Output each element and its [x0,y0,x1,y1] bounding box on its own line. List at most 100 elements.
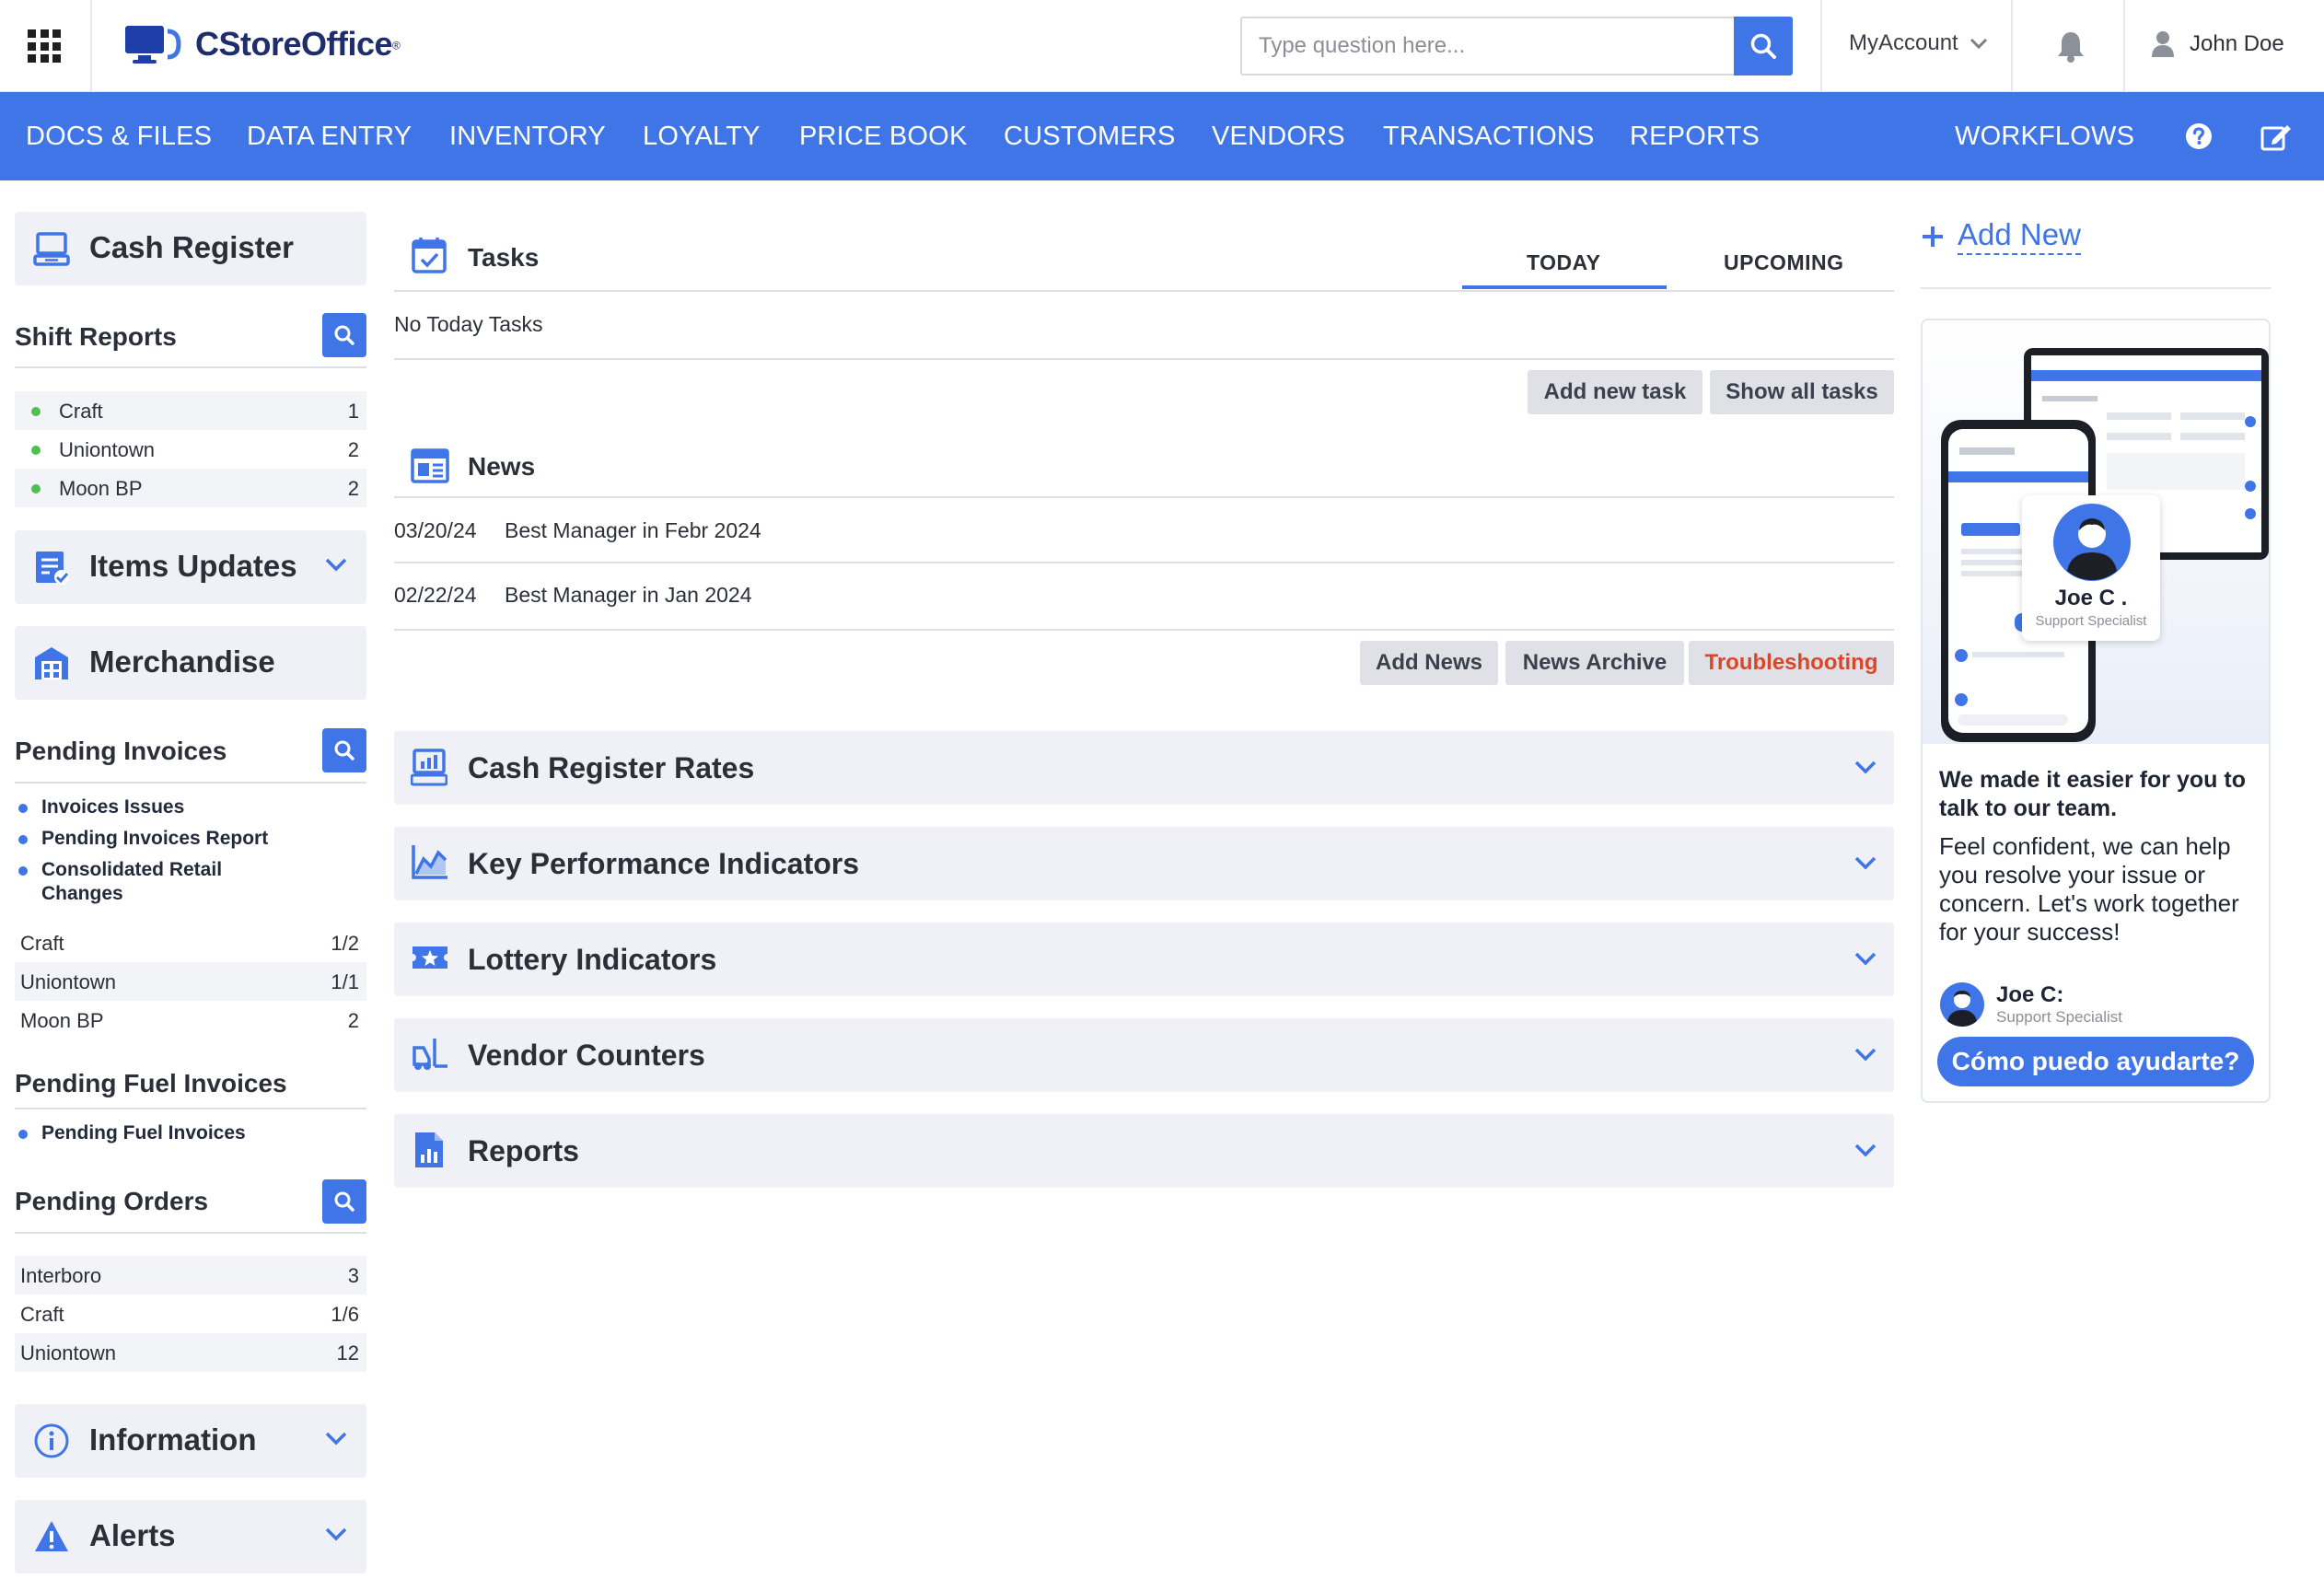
panel-title: Lottery Indicators [468,943,717,976]
news-item-link[interactable]: Best Manager in Febr 2024 [505,518,761,543]
link-label: Pending Fuel Invoices [41,1122,246,1144]
items-updates-card[interactable]: Items Updates [15,530,366,604]
promo-body: Feel confident, we can help you resolve … [1939,832,2239,946]
show-all-tasks-button[interactable]: Show all tasks [1710,370,1894,414]
nav-inventory[interactable]: INVENTORY [449,122,606,152]
pending-fuel-invoices-link[interactable]: Pending Fuel Invoices [18,1121,336,1145]
shift-reports-search-button[interactable] [322,313,366,357]
agent-card-illustration: Joe C . Support Specialist [2022,495,2160,641]
shift-reports-title: Shift Reports [15,322,177,351]
link-label: Pending Invoices Report [41,828,269,849]
news-title: News [468,452,536,481]
user-avatar-icon [2152,31,2174,57]
chat-cta-button[interactable]: Cómo puedo ayudarte? [1937,1037,2254,1086]
notifications-bell-icon[interactable] [2055,29,2086,63]
chevron-down-icon [324,1526,348,1542]
status-dot [31,446,41,455]
logo-monitor-icon [125,26,181,64]
apps-grid-icon[interactable] [28,29,61,63]
pending-orders-title: Pending Orders [15,1187,209,1215]
status-dot [31,407,41,416]
add-new-link[interactable]: Add New [1921,217,2081,255]
nav-vendors[interactable]: VENDORS [1212,122,1345,152]
shift-report-row[interactable]: Uniontown 2 [15,430,366,469]
header-divider [2011,0,2013,92]
nav-transactions[interactable]: TRANSACTIONS [1383,122,1595,152]
pending-invoices-search-button[interactable] [322,728,366,772]
area-chart-icon [411,843,449,880]
nav-price-book[interactable]: PRICE BOOK [799,122,968,152]
user-menu[interactable]: John Doe [2151,30,2284,58]
search-input[interactable] [1259,18,1737,74]
kpi-panel[interactable]: Key Performance Indicators [394,827,1894,900]
my-account-label: MyAccount [1849,30,1958,55]
shift-report-row[interactable]: Moon BP 2 [15,469,366,507]
consolidated-retail-changes-link[interactable]: Consolidated Retail Changes [18,858,262,906]
search-icon [334,740,354,760]
news-divider [394,629,1894,631]
logo[interactable]: CStoreOffice® [123,24,401,64]
pending-invoice-row[interactable]: Uniontown 1/1 [15,962,366,1001]
nav-reports[interactable]: REPORTS [1630,122,1760,152]
invoices-issues-link[interactable]: Invoices Issues [18,795,336,819]
edit-icon[interactable] [2260,122,2293,153]
header-divider [1820,0,1822,92]
pending-invoice-label: Moon BP [20,1009,104,1032]
add-new-task-button[interactable]: Add new task [1528,370,1702,414]
pending-invoice-count: 1/1 [331,970,359,993]
my-account-menu[interactable]: MyAccount [1849,30,1988,56]
pending-order-row[interactable]: Interboro 3 [15,1256,366,1295]
pending-invoice-label: Craft [20,932,64,955]
pending-order-row[interactable]: Uniontown 12 [15,1333,366,1372]
shift-report-label: Moon BP [59,477,143,500]
pending-invoice-row[interactable]: Moon BP 2 [15,1001,366,1039]
image-agent-name: Joe C . [2054,586,2128,610]
pending-order-label: Uniontown [20,1341,116,1364]
nav-docs-files[interactable]: DOCS & FILES [26,122,212,152]
pending-invoice-count: 1/2 [331,932,359,955]
pending-invoices-report-link[interactable]: Pending Invoices Report [18,827,336,851]
nav-loyalty[interactable]: LOYALTY [643,122,761,152]
alerts-card[interactable]: Alerts [15,1500,366,1573]
pending-invoice-count: 2 [347,1009,359,1032]
pending-orders-search-button[interactable] [322,1179,366,1224]
reports-panel[interactable]: Reports [394,1114,1894,1188]
chevron-down-icon [324,556,348,573]
pending-invoice-row[interactable]: Craft 1/2 [15,923,366,962]
shift-report-count: 1 [347,400,359,423]
nav-workflows[interactable]: WORKFLOWS [1955,122,2134,152]
news-archive-button[interactable]: News Archive [1505,641,1684,685]
pending-order-label: Craft [20,1303,64,1326]
troubleshooting-button[interactable]: Troubleshooting [1689,641,1894,685]
plus-icon [1923,226,1943,247]
nav-customers[interactable]: CUSTOMERS [1004,122,1176,152]
news-divider [394,496,1894,498]
vendor-counters-panel[interactable]: Vendor Counters [394,1018,1894,1092]
tab-today[interactable]: TODAY [1527,250,1600,275]
agent-avatar-icon [1940,982,1984,1027]
chevron-down-icon [1853,1142,1877,1158]
bullet-dot [18,866,28,876]
promo-agent: Joe C: Support Specialist [1939,981,2122,1028]
agent-name: Joe C: [1996,982,2064,1007]
information-card[interactable]: Information [15,1404,366,1478]
main-nav: DOCS & FILES DATA ENTRY INVENTORY LOYALT… [0,92,2324,180]
pending-order-row[interactable]: Craft 1/6 [15,1295,366,1333]
panel-title: Vendor Counters [468,1039,705,1072]
help-icon[interactable] [2184,122,2214,151]
add-news-button[interactable]: Add News [1360,641,1498,685]
merchandise-card[interactable]: Merchandise [15,626,366,700]
header-divider [90,0,92,92]
shift-report-row[interactable]: Craft 1 [15,391,366,430]
link-label: Consolidated Retail Changes [41,859,223,904]
nav-data-entry[interactable]: DATA ENTRY [247,122,412,152]
panel-title: Cash Register Rates [468,751,755,784]
cash-register-rates-panel[interactable]: Cash Register Rates [394,731,1894,805]
lottery-indicators-panel[interactable]: Lottery Indicators [394,923,1894,996]
tab-upcoming[interactable]: UPCOMING [1724,250,1844,275]
header-divider [2123,0,2125,92]
news-item-link[interactable]: Best Manager in Jan 2024 [505,583,752,608]
cash-register-card[interactable]: Cash Register [15,212,366,285]
chevron-down-icon [1853,854,1877,871]
search-button[interactable] [1734,17,1793,75]
